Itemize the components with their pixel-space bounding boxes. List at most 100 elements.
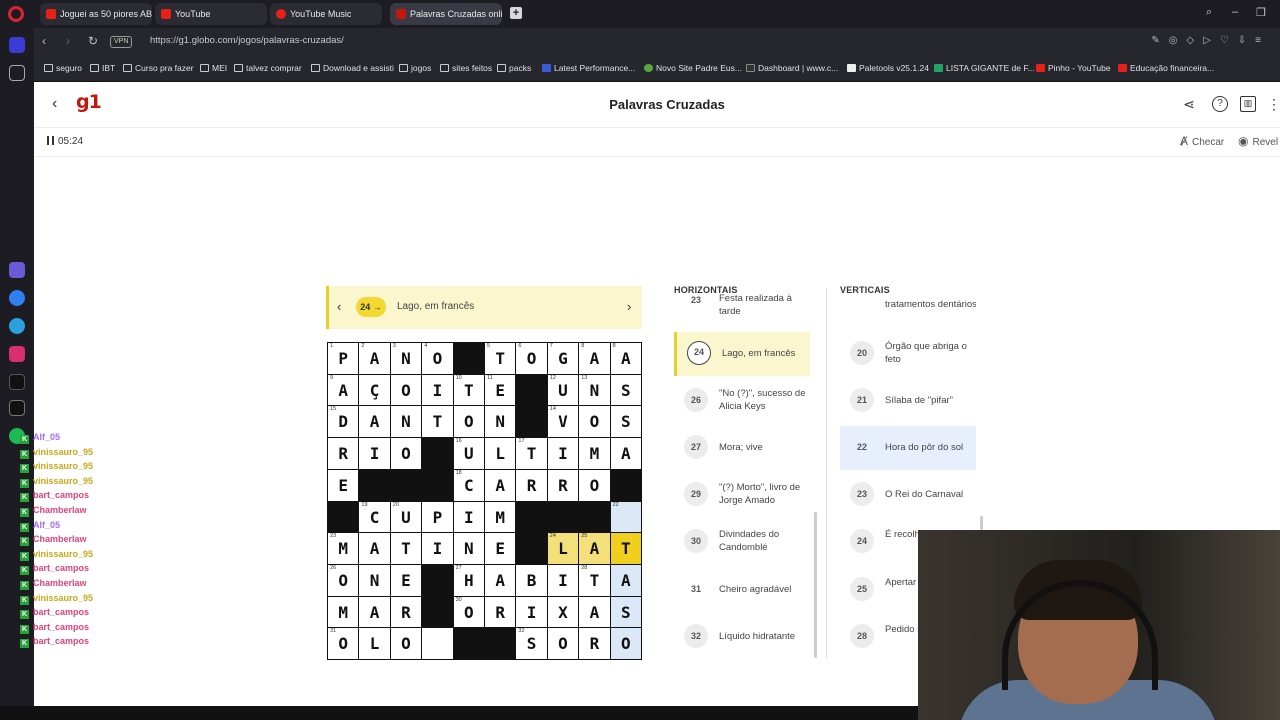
down-clue[interactable]: 23 O Rei do Carnaval bbox=[840, 473, 976, 517]
grid-cell[interactable]: A bbox=[610, 438, 641, 469]
tab-youtube-video[interactable]: Joguei as 50 piores ABERT bbox=[40, 3, 152, 25]
grid-cell[interactable]: T bbox=[610, 533, 641, 564]
grid-cell[interactable]: X bbox=[547, 596, 579, 628]
grid-cell[interactable]: 1P bbox=[328, 343, 359, 374]
grid-cell[interactable]: A bbox=[484, 469, 516, 501]
forward-icon[interactable]: › bbox=[66, 34, 70, 48]
grid-cell[interactable]: 2A bbox=[359, 343, 390, 374]
grid-cell[interactable]: 23 M bbox=[328, 533, 359, 564]
grid-cell[interactable]: S bbox=[610, 596, 641, 628]
pause-icon[interactable] bbox=[47, 136, 54, 145]
grid-cell[interactable]: O bbox=[579, 469, 610, 501]
grid-cell[interactable]: I bbox=[359, 438, 390, 469]
tiktok-icon[interactable] bbox=[9, 374, 25, 390]
grid-cell[interactable]: I bbox=[547, 564, 579, 596]
grid-cell[interactable]: T bbox=[390, 533, 422, 564]
grid-cell[interactable]: A bbox=[579, 596, 610, 628]
grid-cell[interactable]: I bbox=[453, 501, 484, 533]
reload-icon[interactable]: ↻ bbox=[88, 34, 98, 48]
back-icon[interactable]: ‹ bbox=[42, 34, 46, 48]
grid-cell[interactable]: O bbox=[390, 438, 422, 469]
across-clue[interactable]: 23 Festa realizada à tarde bbox=[674, 294, 810, 326]
search-tabs-icon[interactable]: ⌕ bbox=[1206, 6, 1212, 19]
grid-cell[interactable]: 14 V bbox=[547, 406, 579, 438]
vpn-badge[interactable]: VPN bbox=[110, 36, 133, 48]
grid-cell[interactable]: P bbox=[422, 501, 453, 533]
down-clue-highlighted[interactable]: 22 Hora do pôr do sol bbox=[840, 426, 976, 470]
grid-cell[interactable]: R bbox=[484, 596, 516, 628]
grid-cell[interactable]: O bbox=[579, 406, 610, 438]
bookmark-item[interactable]: sites feitos bbox=[440, 63, 492, 73]
help-icon[interactable]: ? bbox=[1212, 96, 1228, 112]
grid-cell[interactable]: 8A bbox=[579, 343, 610, 374]
grid-cell[interactable]: A bbox=[359, 596, 390, 628]
grid-cell[interactable]: O bbox=[453, 406, 484, 438]
share-icon[interactable]: ⋖ bbox=[1181, 96, 1197, 112]
grid-cell[interactable]: S bbox=[610, 374, 641, 406]
grid-cell[interactable]: 13 N bbox=[579, 374, 610, 406]
grid-cell[interactable]: 6O bbox=[516, 343, 547, 374]
bookmark-item[interactable]: Novo Site Padre Eus... bbox=[644, 63, 742, 73]
grid-cell[interactable]: S bbox=[610, 406, 641, 438]
grid-cell[interactable]: 12 U bbox=[547, 374, 579, 406]
messenger-icon[interactable] bbox=[9, 290, 25, 306]
bookmark-item[interactable]: IBT bbox=[90, 63, 115, 73]
reveal-button[interactable]: ◉ Revel bbox=[1238, 134, 1278, 148]
grid-cell[interactable]: E bbox=[484, 533, 516, 564]
bookmark-item[interactable]: Download e assisti bbox=[311, 63, 394, 73]
grid-cell[interactable]: E bbox=[328, 469, 359, 501]
grid-cell[interactable]: M bbox=[328, 596, 359, 628]
more-options-icon[interactable]: ⋮ bbox=[1266, 96, 1280, 112]
bookmark-item[interactable]: Pinho - YouTube bbox=[1036, 63, 1111, 73]
bookmark-item[interactable]: LISTA GIGANTE de F... bbox=[934, 63, 1035, 73]
tab-palavras-cruzadas[interactable]: Palavras Cruzadas online: bbox=[390, 3, 502, 25]
grid-cell[interactable]: 8A bbox=[610, 343, 641, 374]
aria-icon[interactable] bbox=[9, 262, 25, 278]
grid-cell[interactable]: Ç bbox=[359, 374, 390, 406]
across-clue[interactable]: 31 Cheiro agradável bbox=[674, 568, 810, 612]
grid-cell[interactable]: I bbox=[516, 596, 547, 628]
grid-cell[interactable]: 10 T bbox=[453, 374, 484, 406]
opera-logo-icon[interactable] bbox=[8, 6, 24, 22]
x-twitter-icon[interactable] bbox=[9, 400, 25, 416]
across-clue[interactable]: 26 "No (?)", sucesso de Alicia Keys bbox=[674, 379, 810, 423]
new-tab-button[interactable]: + bbox=[510, 7, 522, 19]
url-field[interactable]: https://g1.globo.com/jogos/palavras-cruz… bbox=[150, 35, 344, 46]
grid-cell[interactable]: M bbox=[484, 501, 516, 533]
grid-cell[interactable]: R bbox=[547, 469, 579, 501]
bookmark-item[interactable]: MEI bbox=[200, 63, 227, 73]
grid-cell[interactable]: I bbox=[547, 438, 579, 469]
grid-cell[interactable]: 24 L bbox=[547, 533, 579, 564]
grid-cell[interactable]: 26 O bbox=[328, 564, 359, 596]
grid-cell[interactable]: 31 O bbox=[328, 628, 359, 659]
grid-cell[interactable]: 11 E bbox=[484, 374, 516, 406]
grid-cell[interactable]: 20 U bbox=[390, 501, 422, 533]
across-clue[interactable]: 27 Mora; vive bbox=[674, 426, 810, 470]
grid-cell[interactable]: 19 C bbox=[359, 501, 390, 533]
game-timer[interactable]: 05:24 bbox=[47, 136, 83, 147]
grid-cell[interactable]: 22 bbox=[610, 501, 641, 533]
grid-cell[interactable]: 25 A bbox=[579, 533, 610, 564]
grid-cell[interactable]: R bbox=[328, 438, 359, 469]
down-scrollbar[interactable] bbox=[980, 516, 983, 530]
across-clue[interactable]: 29 "(?) Morto", livro de Jorge Amado bbox=[674, 473, 810, 517]
grid-cell[interactable]: 32 S bbox=[516, 628, 547, 659]
bookmark-item[interactable]: Educação financeira... bbox=[1118, 63, 1214, 73]
bookmark-item[interactable]: talvez comprar bbox=[234, 63, 302, 73]
grid-cell[interactable]: 9A bbox=[328, 374, 359, 406]
grid-cell[interactable]: L bbox=[484, 438, 516, 469]
bookmark-item[interactable]: Curso pra fazer bbox=[123, 63, 194, 73]
grid-cell[interactable]: 17 T bbox=[516, 438, 547, 469]
grid-cell[interactable]: T bbox=[422, 406, 453, 438]
check-button[interactable]: Ⱥ Checar bbox=[1180, 134, 1224, 148]
grid-cell[interactable]: R bbox=[516, 469, 547, 501]
grid-cell[interactable]: A bbox=[359, 406, 390, 438]
grid-cell[interactable] bbox=[422, 628, 453, 659]
tab-youtube[interactable]: YouTube bbox=[155, 3, 267, 25]
grid-cell[interactable]: O bbox=[610, 628, 641, 659]
minimize-icon[interactable]: – bbox=[1232, 6, 1238, 18]
grid-cell[interactable]: 3N bbox=[390, 343, 422, 374]
down-clue[interactable]: 20 Órgão que abriga o feto bbox=[840, 332, 976, 376]
telegram-icon[interactable] bbox=[9, 318, 25, 334]
bookmark-item[interactable]: Paletools v25.1.24 bbox=[847, 63, 929, 73]
